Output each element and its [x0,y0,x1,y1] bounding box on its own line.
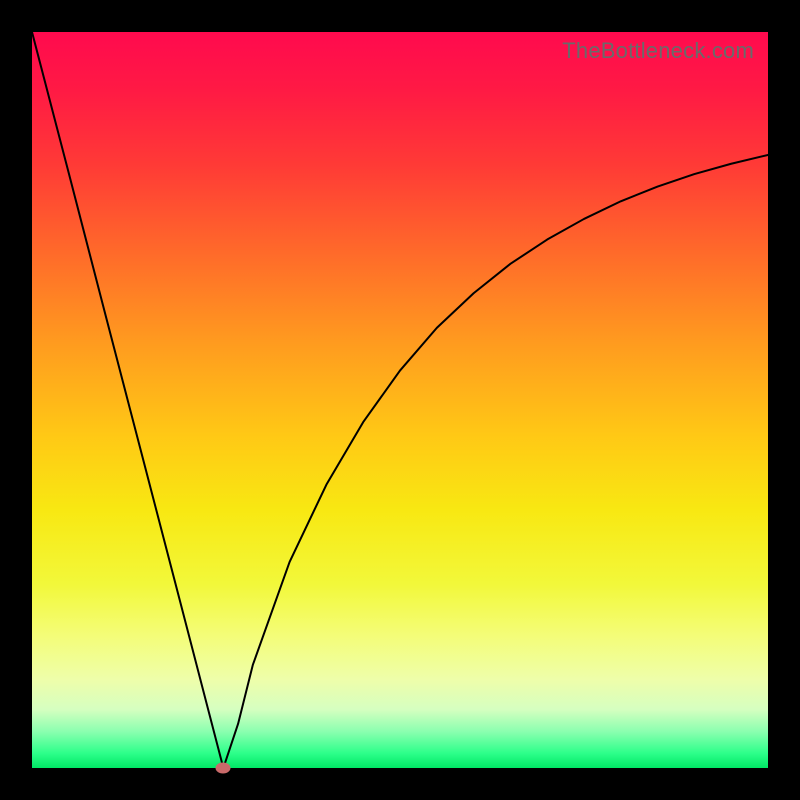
bottleneck-curve [32,32,768,768]
optimum-marker [216,763,231,774]
plot-area: TheBottleneck.com [32,32,768,768]
chart-frame: TheBottleneck.com [0,0,800,800]
